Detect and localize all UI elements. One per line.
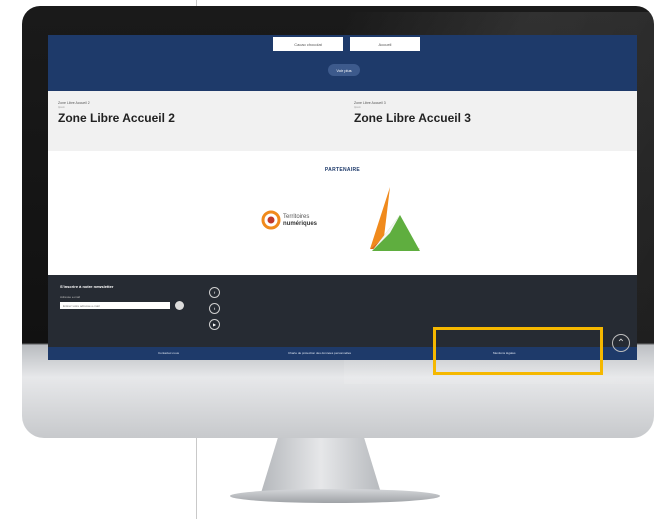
newsletter-submit-button[interactable] bbox=[175, 301, 184, 310]
partner-arrow-logo[interactable] bbox=[350, 187, 430, 270]
twitter-icon[interactable]: t bbox=[209, 303, 220, 314]
footer-link-legal[interactable]: Mentions légales bbox=[493, 351, 516, 355]
youtube-icon[interactable]: ▶ bbox=[209, 319, 220, 330]
zone-title: Zone Libre Accueil 2 bbox=[58, 111, 175, 125]
footer-links-bar: Contactez-nous Charte de protection des … bbox=[48, 347, 637, 360]
territoires-logo-mark: Territoires numériques bbox=[261, 210, 318, 230]
zone-title: Zone Libre Accueil 3 bbox=[354, 111, 471, 125]
hero-banner: Cacao chocolat Accueil Voir plus bbox=[48, 35, 637, 91]
free-zones-section: Zone Libre Accueil 2 Ipsum Zone Libre Ac… bbox=[48, 91, 637, 152]
monitor-stand-base bbox=[230, 489, 440, 503]
facebook-icon[interactable]: f bbox=[209, 287, 220, 298]
logo-text-line2: numériques bbox=[283, 221, 318, 227]
newsletter-title: S'inscrire à notre newsletter bbox=[60, 284, 114, 289]
footer-link-contact[interactable]: Contactez-nous bbox=[158, 351, 179, 355]
zone-libre-2: Zone Libre Accueil 2 Ipsum Zone Libre Ac… bbox=[58, 101, 175, 125]
partners-section: PARTENAIRE Territoires numériques bbox=[48, 151, 637, 275]
zone-kicker: Zone Libre Accueil 2 bbox=[58, 101, 90, 105]
chevron-up-icon: ⌃ bbox=[616, 337, 626, 349]
zone-libre-3: Zone Libre Accueil 3 Ipsum Zone Libre Ac… bbox=[354, 101, 471, 125]
logo-text-line1: Territoires bbox=[283, 214, 309, 220]
scroll-to-top-button[interactable]: ⌃ bbox=[612, 334, 630, 352]
territoires-numeriques-logo[interactable]: Territoires numériques bbox=[261, 209, 335, 236]
zone-kicker: Zone Libre Accueil 3 bbox=[354, 101, 386, 105]
newsletter-label: Adresse e-mail bbox=[60, 295, 81, 299]
hero-button-1[interactable]: Cacao chocolat bbox=[273, 37, 343, 51]
partners-title: PARTENAIRE bbox=[324, 167, 361, 173]
hero-more-button[interactable]: Voir plus bbox=[328, 64, 360, 76]
newsletter-email-input[interactable] bbox=[60, 302, 170, 309]
footer-link-privacy[interactable]: Charte de protection des données personn… bbox=[288, 351, 351, 355]
zone-meta: Ipsum bbox=[354, 106, 361, 109]
arrow-logo-mark bbox=[370, 187, 420, 251]
website-screen: Cacao chocolat Accueil Voir plus Zone Li… bbox=[48, 35, 637, 360]
hero-button-2[interactable]: Accueil bbox=[350, 37, 420, 51]
zone-meta: Ipsum bbox=[58, 106, 65, 109]
site-footer: S'inscrire à notre newsletter Adresse e-… bbox=[48, 275, 637, 360]
monitor-stand-neck bbox=[261, 438, 381, 493]
